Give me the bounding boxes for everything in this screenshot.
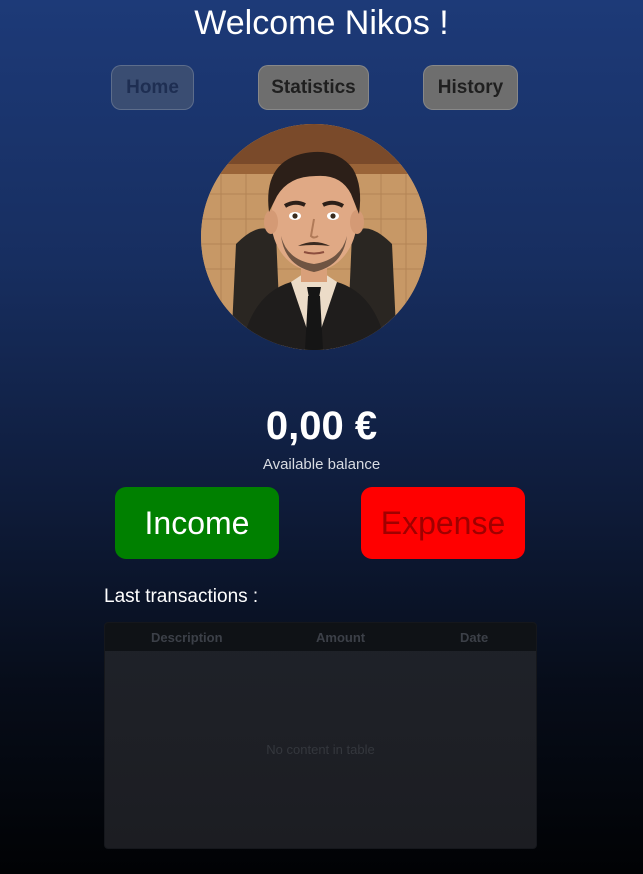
column-header-date[interactable]: Date [460,630,488,645]
empty-table-message: No content in table [266,742,375,757]
nav-home-button[interactable]: Home [111,65,194,110]
column-header-description[interactable]: Description [151,630,223,645]
table-header: Description Amount Date [105,623,536,651]
page-title: Welcome Nikos ! [194,4,449,42]
column-header-amount[interactable]: Amount [316,630,365,645]
transactions-table: Description Amount Date No content in ta… [104,622,537,849]
balance-amount: 0,00 € [265,404,378,448]
avatar-portrait [201,124,427,350]
balance-label: Available balance [262,456,381,473]
nav-history-button[interactable]: History [423,65,518,110]
avatar [201,124,427,350]
income-button[interactable]: Income [115,487,279,559]
expense-button[interactable]: Expense [361,487,525,559]
last-transactions-heading: Last transactions : [104,586,259,607]
nav-statistics-button[interactable]: Statistics [258,65,369,110]
